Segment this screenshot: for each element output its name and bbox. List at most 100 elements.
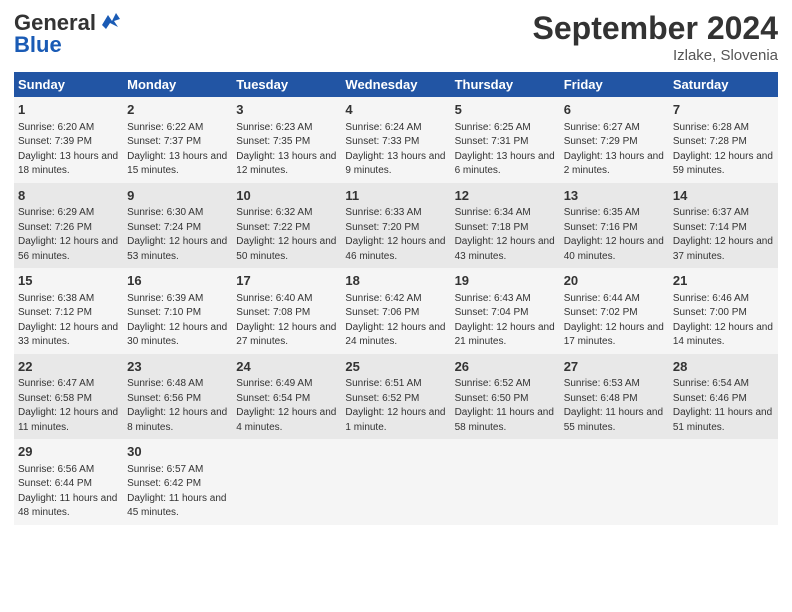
sunrise-text: Sunrise: 6:57 AM — [127, 464, 203, 475]
calendar-cell: 11 Sunrise: 6:33 AM Sunset: 7:20 PM Dayligh… — [341, 183, 450, 269]
day-number: 20 — [564, 272, 665, 290]
sunrise-text: Sunrise: 6:52 AM — [455, 378, 531, 389]
sunrise-text: Sunrise: 6:30 AM — [127, 207, 203, 218]
sunrise-text: Sunrise: 6:23 AM — [236, 122, 312, 133]
daylight-text: Daylight: 12 hours and 50 minutes. — [236, 236, 336, 262]
day-number: 18 — [345, 272, 446, 290]
day-number: 23 — [127, 358, 228, 376]
calendar-cell: 12Sunrise: 6:34 AMSunset: 7:18 PMDayligh… — [451, 183, 560, 269]
sunset-text: Sunset: 7:37 PM — [127, 136, 201, 147]
calendar-cell: 9Sunrise: 6:30 AMSunset: 7:24 PMDaylight… — [123, 183, 232, 269]
title-block: September 2024 Izlake, Slovenia — [533, 10, 778, 64]
sunrise-text: Sunrise: 6:37 AM — [673, 207, 749, 218]
calendar-cell: 21Sunrise: 6:46 AMSunset: 7:00 PMDayligh… — [669, 268, 778, 354]
daylight-text: Daylight: 12 hours and 14 minutes. — [673, 322, 773, 348]
sunset-text: Sunset: 7:28 PM — [673, 136, 747, 147]
calendar-cell: 27Sunrise: 6:53 AMSunset: 6:48 PMDayligh… — [560, 354, 669, 440]
day-number: 4 — [345, 101, 446, 119]
calendar-cell: 19Sunrise: 6:43 AMSunset: 7:04 PMDayligh… — [451, 268, 560, 354]
sunset-text: Sunset: 6:46 PM — [673, 393, 747, 404]
sunset-text: Sunset: 6:44 PM — [18, 478, 92, 489]
calendar-cell: 18Sunrise: 6:42 AMSunset: 7:06 PMDayligh… — [341, 268, 450, 354]
daylight-text: Daylight: 13 hours and 15 minutes. — [127, 151, 227, 177]
calendar-cell: 10Sunrise: 6:32 AMSunset: 7:22 PMDayligh… — [232, 183, 341, 269]
sunrise-text: Sunrise: 6:27 AM — [564, 122, 640, 133]
daylight-text: Daylight: 12 hours and 27 minutes. — [236, 322, 336, 348]
calendar-cell: 13Sunrise: 6:35 AMSunset: 7:16 PMDayligh… — [560, 183, 669, 269]
sunset-text: Sunset: 7:18 PM — [455, 222, 529, 233]
sunset-text: Sunset: 7:31 PM — [455, 136, 529, 147]
sunset-text: Sunset: 7:35 PM — [236, 136, 310, 147]
sunset-text: Sunset: 7:10 PM — [127, 307, 201, 318]
calendar-table: SundayMondayTuesdayWednesdayThursdayFrid… — [14, 72, 778, 525]
calendar-cell: 25Sunrise: 6:51 AMSunset: 6:52 PMDayligh… — [341, 354, 450, 440]
calendar-cell: 22Sunrise: 6:47 AMSunset: 6:58 PMDayligh… — [14, 354, 123, 440]
sunrise-text: Sunrise: 6:38 AM — [18, 293, 94, 304]
sunset-text: Sunset: 7:00 PM — [673, 307, 747, 318]
day-number: 26 — [455, 358, 556, 376]
day-number: 7 — [673, 101, 774, 119]
sunrise-text: Sunrise: 6:47 AM — [18, 378, 94, 389]
calendar-cell: 15Sunrise: 6:38 AMSunset: 7:12 PMDayligh… — [14, 268, 123, 354]
sunset-text: Sunset: 6:54 PM — [236, 393, 310, 404]
daylight-text: Daylight: 12 hours and 46 minutes. — [345, 236, 445, 262]
sunset-text: Sunset: 7:08 PM — [236, 307, 310, 318]
daylight-text: Daylight: 12 hours and 43 minutes. — [455, 236, 555, 262]
daylight-text: Daylight: 11 hours and 58 minutes. — [455, 407, 554, 433]
calendar-cell — [341, 439, 450, 525]
daylight-text: Daylight: 13 hours and 9 minutes. — [345, 151, 445, 177]
sunset-text: Sunset: 7:33 PM — [345, 136, 419, 147]
sunset-text: Sunset: 7:06 PM — [345, 307, 419, 318]
calendar-cell: 14Sunrise: 6:37 AMSunset: 7:14 PMDayligh… — [669, 183, 778, 269]
day-number: 28 — [673, 358, 774, 376]
month-title: September 2024 — [533, 10, 778, 47]
daylight-text: Daylight: 13 hours and 6 minutes. — [455, 151, 555, 177]
sunrise-text: Sunrise: 6:22 AM — [127, 122, 203, 133]
sunrise-text: Sunrise: 6:43 AM — [455, 293, 531, 304]
day-number: 12 — [455, 187, 556, 205]
sunrise-text: Sunrise: 6:24 AM — [345, 122, 421, 133]
col-header-monday: Monday — [123, 72, 232, 97]
sunset-text: Sunset: 7:14 PM — [673, 222, 747, 233]
calendar-cell: 26Sunrise: 6:52 AMSunset: 6:50 PMDayligh… — [451, 354, 560, 440]
day-number: 9 — [127, 187, 228, 205]
sunrise-text: Sunrise: 6:33 AM — [345, 207, 421, 218]
daylight-text: Daylight: 11 hours and 45 minutes. — [127, 493, 226, 519]
calendar-cell: 6Sunrise: 6:27 AMSunset: 7:29 PMDaylight… — [560, 97, 669, 183]
sunset-text: Sunset: 7:04 PM — [455, 307, 529, 318]
daylight-text: Daylight: 13 hours and 12 minutes. — [236, 151, 336, 177]
sunset-text: Sunset: 7:29 PM — [564, 136, 638, 147]
day-number: 11 — [345, 187, 446, 205]
sunrise-text: Sunrise: 6:56 AM — [18, 464, 94, 475]
day-number: 22 — [18, 358, 119, 376]
day-number: 27 — [564, 358, 665, 376]
daylight-text: Daylight: 12 hours and 4 minutes. — [236, 407, 336, 433]
calendar-cell: 30Sunrise: 6:57 AMSunset: 6:42 PMDayligh… — [123, 439, 232, 525]
daylight-text: Daylight: 13 hours and 18 minutes. — [18, 151, 118, 177]
day-number: 13 — [564, 187, 665, 205]
daylight-text: Daylight: 12 hours and 21 minutes. — [455, 322, 555, 348]
sunrise-text: Sunrise: 6:29 AM — [18, 207, 94, 218]
daylight-text: Daylight: 12 hours and 59 minutes. — [673, 151, 773, 177]
daylight-text: Daylight: 12 hours and 53 minutes. — [127, 236, 227, 262]
day-number: 2 — [127, 101, 228, 119]
day-number: 8 — [18, 187, 119, 205]
calendar-cell — [560, 439, 669, 525]
day-number: 1 — [18, 101, 119, 119]
day-number: 10 — [236, 187, 337, 205]
day-number: 21 — [673, 272, 774, 290]
daylight-text: Daylight: 12 hours and 40 minutes. — [564, 236, 664, 262]
sunrise-text: Sunrise: 6:53 AM — [564, 378, 640, 389]
calendar-cell: 29Sunrise: 6:56 AMSunset: 6:44 PMDayligh… — [14, 439, 123, 525]
col-header-sunday: Sunday — [14, 72, 123, 97]
day-number: 6 — [564, 101, 665, 119]
calendar-cell: 20Sunrise: 6:44 AMSunset: 7:02 PMDayligh… — [560, 268, 669, 354]
daylight-text: Daylight: 12 hours and 11 minutes. — [18, 407, 118, 433]
day-number: 15 — [18, 272, 119, 290]
daylight-text: Daylight: 12 hours and 8 minutes. — [127, 407, 227, 433]
calendar-cell: 7Sunrise: 6:28 AMSunset: 7:28 PMDaylight… — [669, 97, 778, 183]
calendar-cell: 3Sunrise: 6:23 AMSunset: 7:35 PMDaylight… — [232, 97, 341, 183]
sunset-text: Sunset: 7:02 PM — [564, 307, 638, 318]
sunset-text: Sunset: 7:20 PM — [345, 222, 419, 233]
sunset-text: Sunset: 6:52 PM — [345, 393, 419, 404]
